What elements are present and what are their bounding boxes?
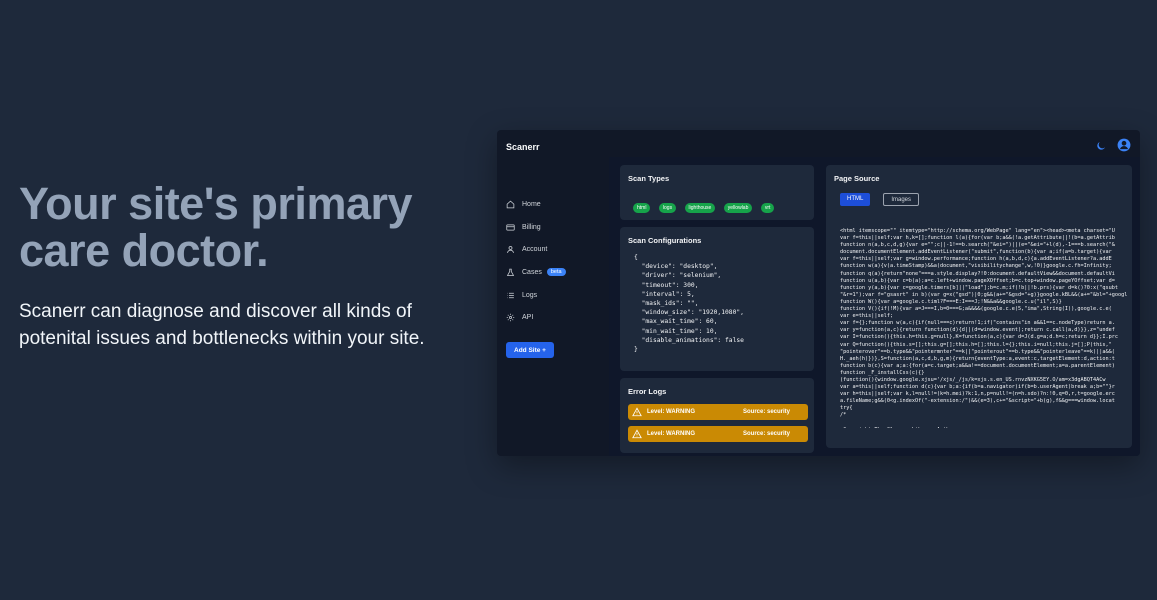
sidebar-item-account[interactable]: Account: [506, 242, 547, 256]
gear-icon: [506, 313, 515, 321]
warning-icon: [632, 407, 642, 417]
page-source-tabs: HTML Images: [840, 193, 932, 206]
user-avatar-icon[interactable]: [1117, 138, 1131, 152]
hero-title: Your site's primary care doctor.: [19, 178, 413, 276]
list-icon: [507, 292, 514, 298]
hero-subtitle: Scanerr can diagnose and discover all ki…: [19, 301, 425, 349]
error-log-item[interactable]: Level: WARNING Source: security: [628, 426, 808, 442]
scan-types-title: Scan Types: [628, 174, 670, 183]
error-level: Level: WARNING: [647, 409, 696, 415]
tag-logs: logs: [658, 203, 677, 213]
sidebar-item-label: Logs: [522, 291, 538, 299]
home-icon: [506, 200, 515, 208]
beta-badge: beta: [546, 268, 566, 276]
error-source: Source: security: [743, 409, 791, 415]
sidebar-item-label: Billing: [522, 223, 541, 231]
sidebar-item-home[interactable]: Home: [506, 197, 541, 211]
page-source-title: Page Source: [834, 174, 880, 183]
page-source-card: Page Source HTML Images <html itemscope=…: [826, 165, 1132, 448]
error-level: Level: WARNING: [647, 431, 696, 437]
sidebar-item-label: Home: [522, 200, 541, 208]
billing-icon: [506, 224, 515, 230]
flask-icon: [506, 268, 515, 276]
sidebar-item-label: API: [522, 313, 534, 321]
tag-html: html: [633, 203, 651, 213]
scan-config-card: Scan Configurations { "device": "desktop…: [620, 227, 814, 371]
error-log-item[interactable]: Level: WARNING Source: security: [628, 404, 808, 420]
moon-icon[interactable]: [1095, 140, 1107, 152]
app-window: Scanerr Home Billing Account Cases beta: [497, 130, 1140, 456]
scan-config-title: Scan Configurations: [628, 236, 702, 245]
page-source-code: <html itemscope="" itemtype="http://sche…: [840, 228, 1128, 428]
sidebar-item-billing[interactable]: Billing: [506, 220, 541, 234]
sidebar-item-label: Account: [522, 245, 548, 253]
sidebar-item-label: Cases: [522, 268, 542, 276]
tag-lighthouse: lighthouse: [684, 203, 716, 213]
error-logs-card: Error Logs Level: WARNING Source: securi…: [620, 378, 814, 453]
add-site-button[interactable]: Add Site +: [506, 342, 554, 358]
sidebar-item-cases[interactable]: Cases beta: [506, 265, 566, 279]
top-bar: Scanerr: [497, 130, 1140, 160]
tab-html[interactable]: HTML: [840, 193, 871, 206]
sidebar-item-api[interactable]: API: [506, 310, 533, 324]
scan-type-tags: html logs lighthouse yellowlab vrt: [633, 196, 778, 214]
tag-yellowlab: yellowlab: [723, 203, 753, 213]
scan-types-card: Scan Types html logs lighthouse yellowla…: [620, 165, 814, 220]
user-icon: [507, 245, 514, 253]
sidebar: Home Billing Account Cases beta Logs API…: [497, 160, 609, 456]
error-logs-title: Error Logs: [628, 387, 667, 396]
error-source: Source: security: [743, 431, 791, 437]
scan-config-json: { "device": "desktop", "driver": "seleni…: [634, 254, 744, 354]
sidebar-item-logs[interactable]: Logs: [506, 288, 537, 302]
warning-icon: [632, 429, 642, 439]
brand-logo[interactable]: Scanerr: [506, 142, 540, 152]
tag-vrt: vrt: [760, 203, 775, 213]
tab-images[interactable]: Images: [883, 193, 920, 206]
main-content: Scan Types html logs lighthouse yellowla…: [609, 157, 1140, 456]
